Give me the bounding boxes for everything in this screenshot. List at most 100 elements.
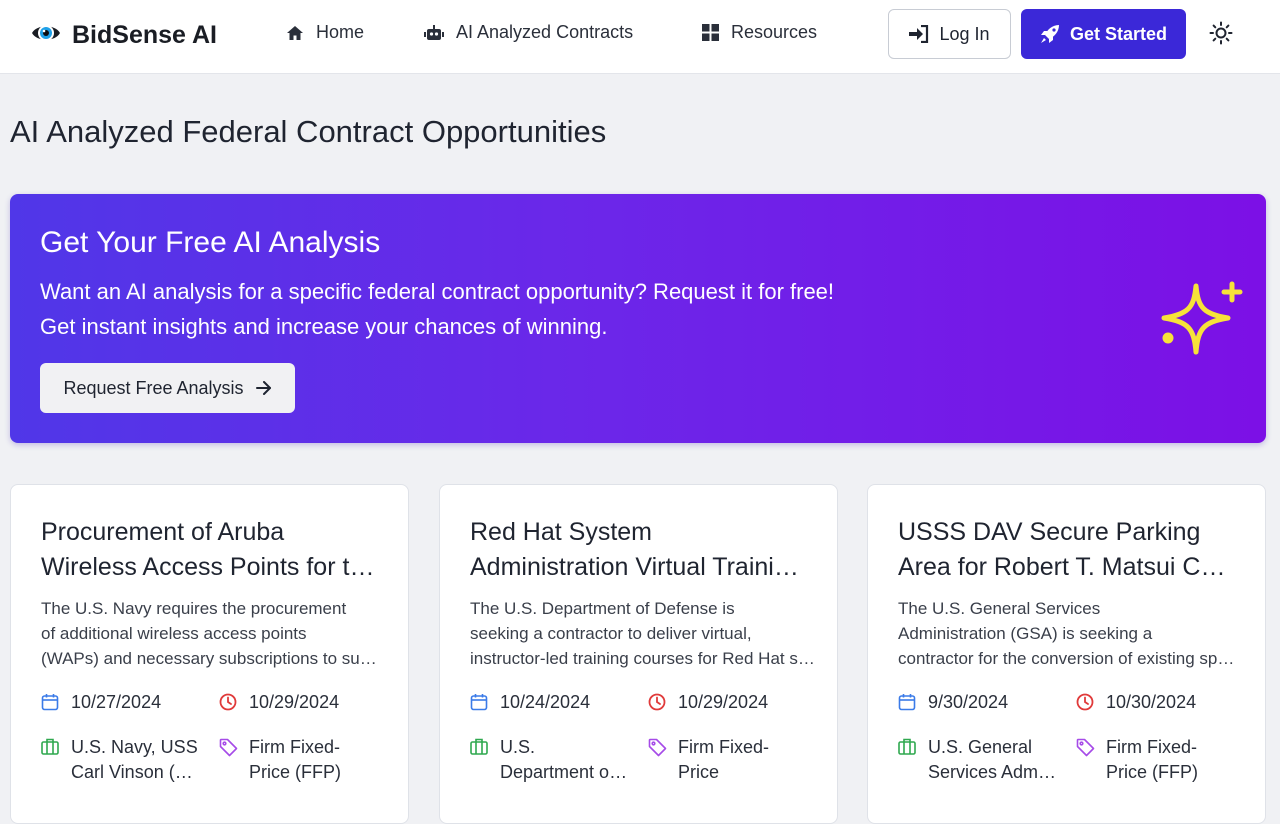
contract-type-value: Firm Fixed- Price (FFP) bbox=[249, 735, 341, 785]
banner-title: Get Your Free AI Analysis bbox=[40, 226, 381, 259]
tag-icon bbox=[1076, 738, 1096, 757]
due-date-value: 10/30/2024 bbox=[1106, 692, 1197, 712]
card-title[interactable]: Procurement of Aruba Wireless Access Poi… bbox=[41, 515, 381, 585]
home-icon bbox=[286, 25, 304, 41]
posted-date: 10/27/2024 bbox=[41, 690, 161, 715]
calendar-icon bbox=[470, 693, 490, 711]
agency-line: Carl Vinson (CVN 70) bbox=[71, 762, 201, 782]
login-button[interactable]: Log In bbox=[888, 9, 1011, 59]
nav-home[interactable]: Home bbox=[286, 22, 364, 43]
grid-icon bbox=[702, 24, 719, 41]
sun-icon bbox=[1209, 21, 1233, 50]
contract-type: Firm Fixed- Price (FFP) bbox=[219, 735, 389, 785]
contract-type-line: Price (FFP) bbox=[1106, 762, 1198, 782]
brand-name: BidSense AI bbox=[72, 21, 217, 49]
agency-line: U.S. General bbox=[928, 737, 1033, 757]
card-title-line: Administration Virtual Training Courses bbox=[470, 553, 810, 581]
agency-line: Services Administration bbox=[928, 762, 1058, 782]
contract-type: Firm Fixed- Price (FFP) bbox=[1076, 735, 1246, 785]
contract-type: Firm Fixed- Price bbox=[648, 735, 818, 785]
contract-card[interactable]: USSS DAV Secure Parking Area for Robert … bbox=[867, 484, 1266, 824]
posted-date-value: 10/24/2024 bbox=[500, 692, 591, 712]
card-title-line: Red Hat System bbox=[470, 518, 653, 546]
login-label: Log In bbox=[939, 23, 990, 44]
posted-date: 10/24/2024 bbox=[470, 690, 590, 715]
calendar-icon bbox=[41, 693, 61, 711]
card-description-line: of additional wireless access points bbox=[41, 624, 307, 643]
card-description-line: Administration (GSA) is seeking a bbox=[898, 624, 1153, 643]
clock-icon bbox=[648, 693, 668, 711]
nav-ai-analyzed-contracts[interactable]: AI Analyzed Contracts bbox=[424, 22, 633, 43]
banner-text-line-1: Want an AI analysis for a specific feder… bbox=[40, 279, 835, 304]
card-description-line: The U.S. General Services bbox=[898, 599, 1101, 618]
tag-icon bbox=[219, 738, 239, 757]
card-description-line: The U.S. Department of Defense is bbox=[470, 599, 735, 618]
get-started-button[interactable]: Get Started bbox=[1021, 9, 1186, 59]
due-date: 10/29/2024 bbox=[219, 690, 339, 715]
nav-resources-label: Resources bbox=[731, 22, 818, 42]
contract-type-line: Price bbox=[678, 762, 720, 782]
posted-date: 9/30/2024 bbox=[898, 690, 1008, 715]
banner-text-line-2: Get instant insights and increase your c… bbox=[40, 314, 608, 339]
nav-ai-analyzed-contracts-label: AI Analyzed Contracts bbox=[456, 22, 634, 42]
clock-icon bbox=[219, 693, 239, 711]
briefcase-icon bbox=[41, 738, 61, 755]
agency-value: U.S. Department of Defense bbox=[500, 735, 630, 785]
contract-type-value: Firm Fixed- Price bbox=[678, 735, 769, 785]
tag-icon bbox=[648, 738, 668, 757]
page-title: AI Analyzed Federal Contract Opportuniti… bbox=[10, 114, 607, 149]
card-title[interactable]: USSS DAV Secure Parking Area for Robert … bbox=[898, 515, 1238, 585]
card-title-line: Wireless Access Points for the USS Carl … bbox=[41, 553, 381, 581]
brand-logo-link[interactable]: BidSense AI bbox=[30, 17, 217, 54]
theme-toggle-button[interactable] bbox=[1208, 21, 1234, 50]
contract-type-line: Firm Fixed- bbox=[1106, 737, 1197, 757]
due-date: 10/30/2024 bbox=[1076, 690, 1196, 715]
robot-icon bbox=[424, 24, 444, 41]
posted-date-value: 10/27/2024 bbox=[71, 692, 162, 712]
eye-logo-icon bbox=[30, 17, 62, 54]
card-title-line: Area for Robert T. Matsui Courthouse bbox=[898, 553, 1238, 581]
rocket-icon bbox=[1040, 24, 1060, 44]
contract-type-line: Firm Fixed- bbox=[249, 737, 340, 757]
contract-type-line: Firm Fixed- bbox=[678, 737, 769, 757]
nav-resources[interactable]: Resources bbox=[702, 22, 817, 43]
card-description-line: seeking a contractor to deliver virtual, bbox=[470, 624, 752, 643]
agency-line: U.S. bbox=[500, 737, 536, 757]
posted-date-value: 9/30/2024 bbox=[928, 692, 1009, 712]
agency-value: U.S. General Services Administration bbox=[928, 735, 1058, 785]
card-description: The U.S. Navy requires the procurement o… bbox=[41, 596, 386, 671]
agency-line: Department of Defense bbox=[500, 762, 630, 782]
agency: U.S. Department of Defense bbox=[470, 735, 635, 785]
agency: U.S. General Services Administration bbox=[898, 735, 1063, 785]
contract-card[interactable]: Red Hat System Administration Virtual Tr… bbox=[439, 484, 838, 824]
briefcase-icon bbox=[898, 738, 918, 755]
top-navbar: BidSense AI Home AI Analyzed Contracts R… bbox=[0, 0, 1280, 74]
card-description: The U.S. Department of Defense is seekin… bbox=[470, 596, 815, 671]
card-description-line: (WAPs) and necessary subscriptions to su… bbox=[41, 649, 386, 668]
agency-line: U.S. Navy, USS bbox=[71, 737, 198, 757]
card-title[interactable]: Red Hat System Administration Virtual Tr… bbox=[470, 515, 810, 585]
due-date: 10/29/2024 bbox=[648, 690, 768, 715]
clock-icon bbox=[1076, 693, 1096, 711]
due-date-value: 10/29/2024 bbox=[249, 692, 340, 712]
request-free-analysis-label: Request Free Analysis bbox=[63, 377, 244, 398]
card-title-line: USSS DAV Secure Parking bbox=[898, 518, 1201, 546]
card-description-line: instructor-led training courses for Red … bbox=[470, 649, 815, 668]
nav-home-label: Home bbox=[316, 22, 365, 42]
request-free-analysis-button[interactable]: Request Free Analysis bbox=[40, 363, 295, 413]
calendar-icon bbox=[898, 693, 918, 711]
card-title-line: Procurement of Aruba bbox=[41, 518, 285, 546]
card-description-line: The U.S. Navy requires the procurement bbox=[41, 599, 347, 618]
card-description-line: contractor for the conversion of existin… bbox=[898, 649, 1243, 668]
contract-card[interactable]: Procurement of Aruba Wireless Access Poi… bbox=[10, 484, 409, 824]
agency-value: U.S. Navy, USS Carl Vinson (CVN 70) bbox=[71, 735, 201, 785]
get-started-label: Get Started bbox=[1069, 23, 1168, 44]
free-analysis-banner: Get Your Free AI Analysis Want an AI ana… bbox=[10, 194, 1266, 443]
card-description: The U.S. General Services Administration… bbox=[898, 596, 1243, 671]
contract-type-line: Price (FFP) bbox=[249, 762, 341, 782]
arrow-right-icon bbox=[255, 381, 272, 395]
agency: U.S. Navy, USS Carl Vinson (CVN 70) bbox=[41, 735, 206, 785]
sparkle-icon bbox=[1158, 280, 1248, 365]
contract-type-value: Firm Fixed- Price (FFP) bbox=[1106, 735, 1198, 785]
briefcase-icon bbox=[470, 738, 490, 755]
